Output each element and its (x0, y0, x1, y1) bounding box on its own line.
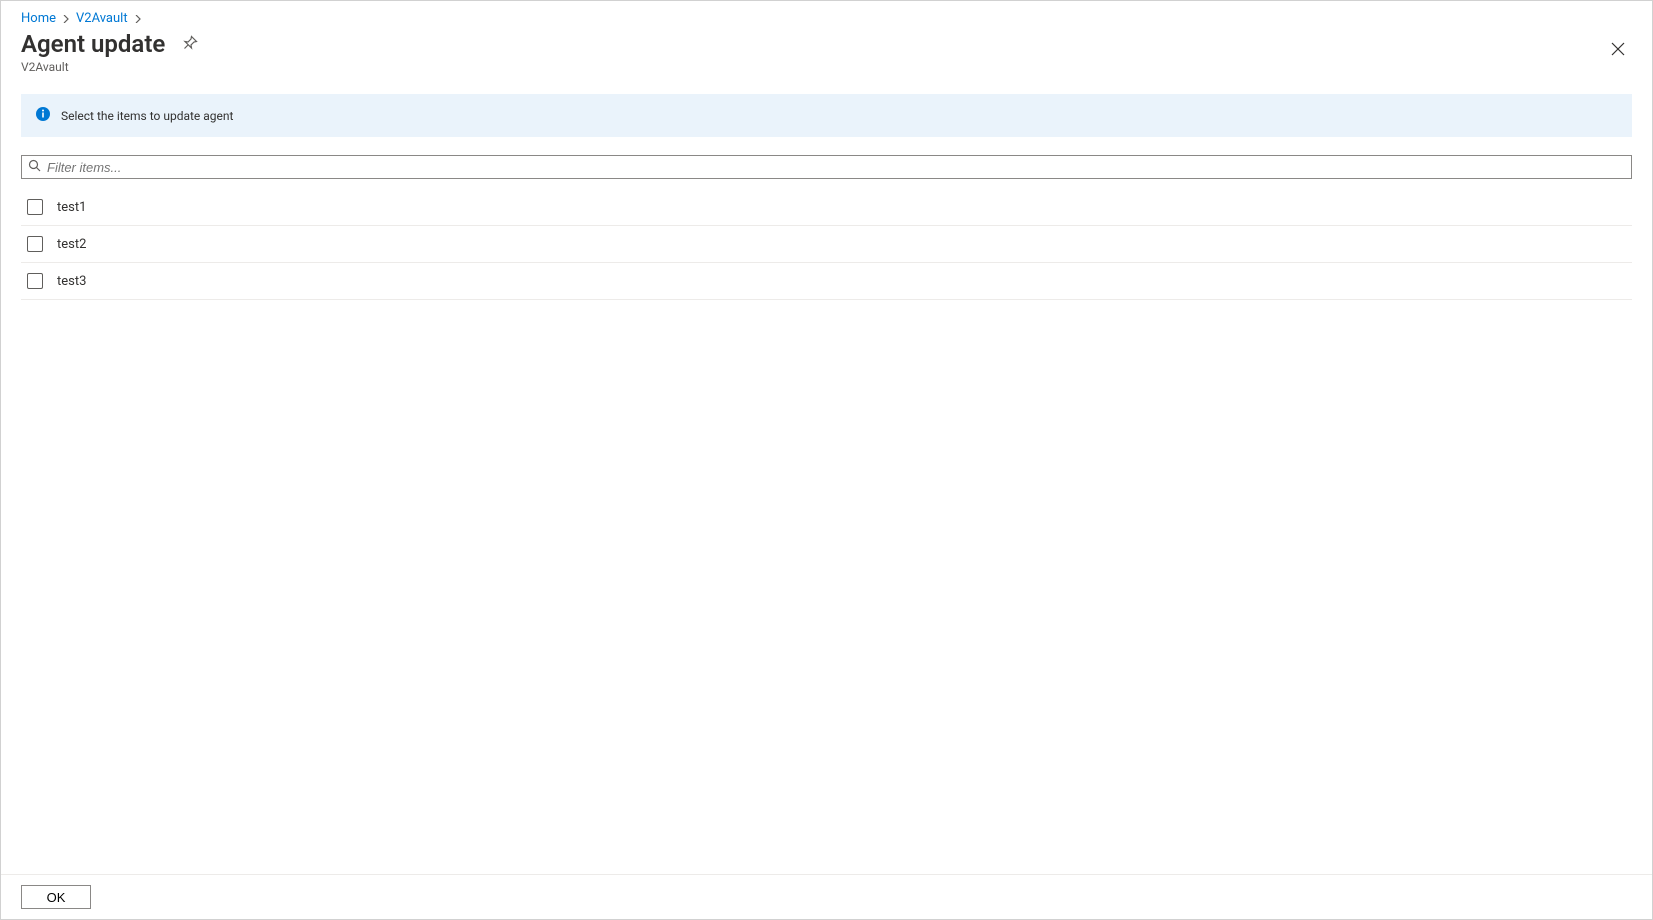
list-item[interactable]: test1 (21, 189, 1632, 226)
ok-button[interactable]: OK (21, 885, 91, 909)
breadcrumb-link-home[interactable]: Home (21, 11, 56, 26)
chevron-right-icon (134, 12, 142, 26)
breadcrumb-link-vault[interactable]: V2Avault (76, 11, 128, 26)
close-icon (1611, 42, 1625, 59)
close-button[interactable] (1604, 36, 1632, 64)
filter-input[interactable] (47, 160, 1625, 175)
checkbox[interactable] (27, 199, 43, 215)
list-item-label: test2 (57, 237, 86, 252)
info-banner-text: Select the items to update agent (61, 109, 233, 123)
list-item[interactable]: test2 (21, 226, 1632, 263)
info-banner: Select the items to update agent (21, 94, 1632, 137)
list-item-label: test1 (57, 200, 86, 215)
page-title: Agent update (21, 30, 165, 58)
pin-icon (182, 35, 198, 54)
chevron-right-icon (62, 12, 70, 26)
checkbox[interactable] (27, 273, 43, 289)
list-item[interactable]: test3 (21, 263, 1632, 300)
main-content: Select the items to update agent test1 t… (1, 74, 1652, 874)
search-icon (28, 159, 41, 176)
list-item-label: test3 (57, 274, 86, 289)
footer: OK (1, 874, 1652, 919)
page-subtitle: V2Avault (21, 60, 201, 74)
filter-box[interactable] (21, 155, 1632, 179)
page-header: Agent update V2Avault (1, 30, 1652, 74)
info-icon (35, 106, 51, 125)
pin-button[interactable] (179, 33, 201, 55)
title-block: Agent update V2Avault (21, 30, 201, 74)
item-list: test1 test2 test3 (21, 189, 1632, 300)
checkbox[interactable] (27, 236, 43, 252)
breadcrumb: Home V2Avault (1, 1, 1652, 30)
